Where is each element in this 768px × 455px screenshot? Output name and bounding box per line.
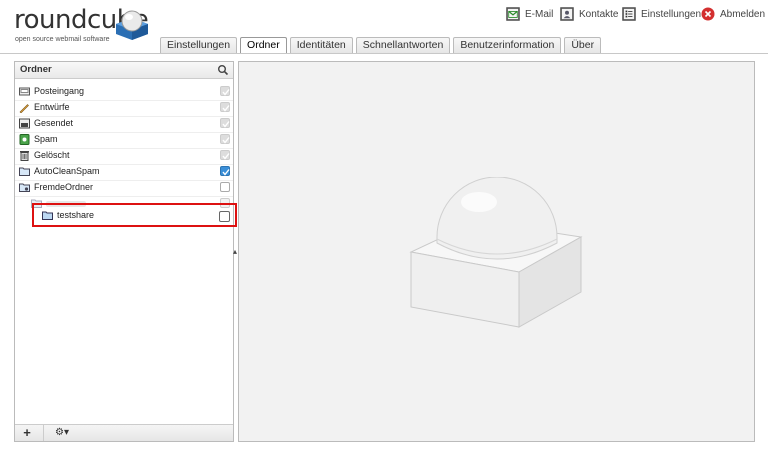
folder-panel-header: Ordner <box>15 62 233 79</box>
search-icon[interactable] <box>217 64 229 76</box>
tab-ordner[interactable]: Ordner <box>240 37 287 54</box>
inbox-icon <box>19 87 30 96</box>
gear-icon: ⚙▾ <box>55 427 69 438</box>
panel-splitter[interactable]: ▴ <box>233 247 237 256</box>
settings-tabs: Einstellungen Ordner Identitäten Schnell… <box>160 37 604 54</box>
folder-label: FremdeOrdner <box>34 182 94 192</box>
nav-logout-label: Abmelden <box>720 8 766 20</box>
content-panel <box>238 61 755 442</box>
roundcube-logo-icon <box>116 10 148 40</box>
folder-row-posteingang[interactable]: Posteingang <box>15 85 233 100</box>
folder-row-autocleanspam[interactable]: AutoCleanSpam <box>15 165 233 180</box>
subscription-checkbox <box>220 150 230 160</box>
nav-settings-label: Einstellungen <box>641 8 702 20</box>
folder-label: AutoCleanSpam <box>34 166 100 176</box>
nav-contacts[interactable]: Kontakte <box>560 5 618 23</box>
subscription-checkbox <box>220 134 230 144</box>
subscription-checkbox <box>220 118 230 128</box>
roundcube-watermark-icon <box>409 177 583 328</box>
contacts-icon <box>560 7 574 21</box>
nav-contacts-label: Kontakte <box>579 8 619 20</box>
subscription-checkbox <box>220 102 230 112</box>
subscription-checkbox <box>220 86 230 96</box>
tab-schnellantworten[interactable]: Schnellantworten <box>355 37 451 53</box>
folder-row-gesendet[interactable]: Gesendet <box>15 117 233 132</box>
nav-settings[interactable]: Einstellungen <box>622 5 701 23</box>
folder-label: Gelöscht <box>34 150 70 160</box>
folder-label: Entwürfe <box>34 102 70 112</box>
settings-icon <box>622 7 636 21</box>
spam-icon <box>19 134 30 145</box>
shared-folder-icon <box>19 183 30 192</box>
folder-label: Spam <box>34 134 58 144</box>
tab-benutzerinformation[interactable]: Benutzerinformation <box>453 37 562 53</box>
folder-row-geloescht[interactable]: Gelöscht <box>15 149 233 164</box>
nav-mail-label: E-Mail <box>525 8 554 20</box>
subscription-checkbox[interactable] <box>220 182 230 192</box>
subscription-checkbox[interactable] <box>220 166 230 176</box>
folder-label: Posteingang <box>34 86 85 96</box>
folder-panel-title: Ordner <box>20 64 52 75</box>
add-folder-button[interactable]: + <box>19 426 35 440</box>
mail-icon <box>506 7 520 21</box>
selection-highlight <box>32 203 237 227</box>
nav-logout[interactable]: Abmelden <box>701 5 765 23</box>
folder-row-spam[interactable]: Spam <box>15 133 233 148</box>
tab-divider <box>0 53 768 54</box>
folder-icon <box>19 167 30 176</box>
folder-panel-footer: + ⚙▾ <box>15 424 233 441</box>
tab-einstellungen[interactable]: Einstellungen <box>160 37 238 53</box>
tab-identitaeten[interactable]: Identitäten <box>289 37 353 53</box>
nav-mail[interactable]: E-Mail <box>506 5 553 23</box>
folder-row-entwuerfe[interactable]: Entwürfe <box>15 101 233 116</box>
logout-icon <box>701 7 715 21</box>
trash-icon <box>20 151 29 161</box>
tab-ueber[interactable]: Über <box>564 37 602 53</box>
logo-tagline: open source webmail software <box>15 36 110 43</box>
sent-icon <box>19 118 30 129</box>
folder-panel: Ordner Posteingang Entwürfe Gesendet Spa… <box>14 61 234 442</box>
folder-row-fremdeordner[interactable]: FremdeOrdner <box>15 181 233 196</box>
drafts-icon <box>19 104 29 113</box>
folder-actions-menu-button[interactable]: ⚙▾ <box>43 425 80 441</box>
folder-label: Gesendet <box>34 118 74 128</box>
roundcube-logo: roundcube open source webmail software <box>14 6 154 44</box>
